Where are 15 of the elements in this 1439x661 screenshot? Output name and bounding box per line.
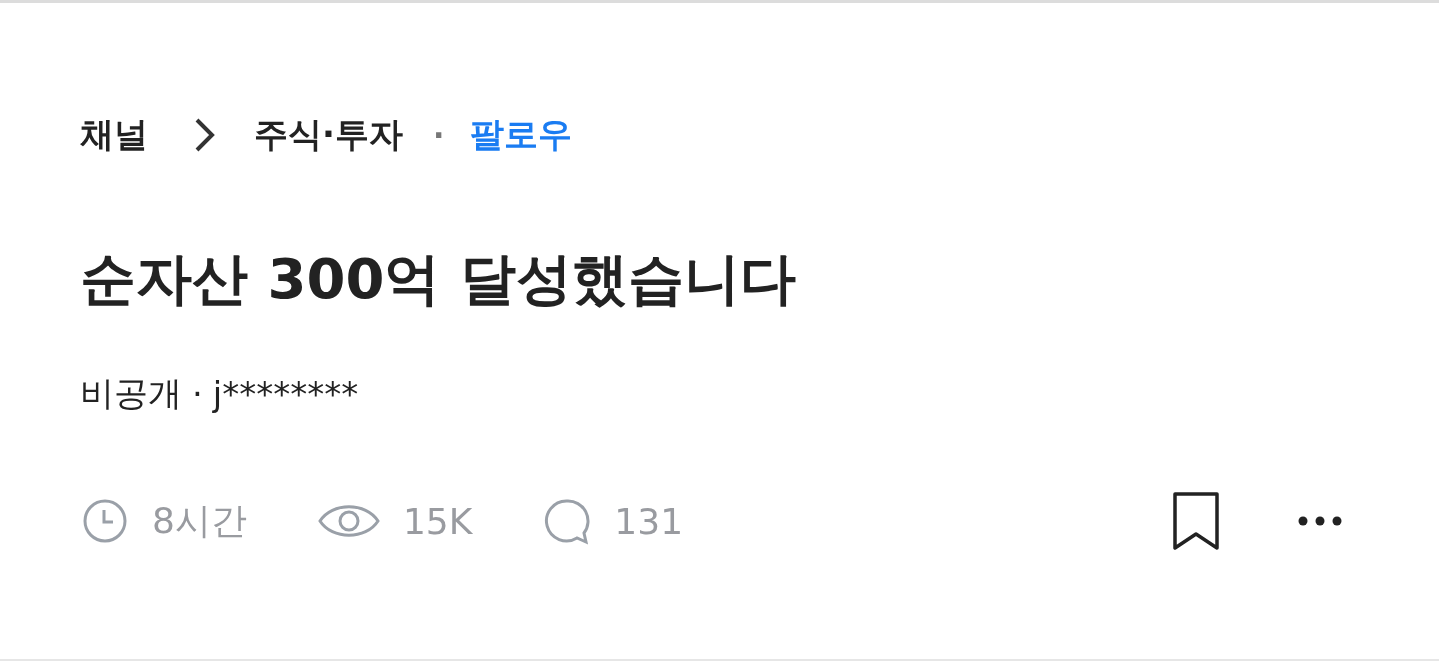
separator-dot: · (432, 117, 445, 153)
separator-dot: · (192, 374, 203, 414)
visibility-label: 비공개 (80, 372, 182, 415)
more-button[interactable] (1297, 515, 1343, 527)
stat-value: 15K (402, 500, 473, 542)
author-name: j******** (212, 374, 359, 414)
speech-bubble-icon (542, 496, 593, 546)
stat-value: 8시간 (152, 498, 247, 543)
breadcrumb-link[interactable]: 채널 (80, 112, 148, 158)
post-title: 순자산 300억 달성했습니다 (80, 245, 797, 313)
follow-link[interactable]: 팔로우 (470, 112, 573, 158)
chevron-right-icon (194, 117, 216, 153)
stat-value: 131 (614, 500, 684, 542)
bookmark-button[interactable] (1171, 491, 1221, 551)
category-link[interactable]: 주식·투자 (254, 112, 403, 158)
